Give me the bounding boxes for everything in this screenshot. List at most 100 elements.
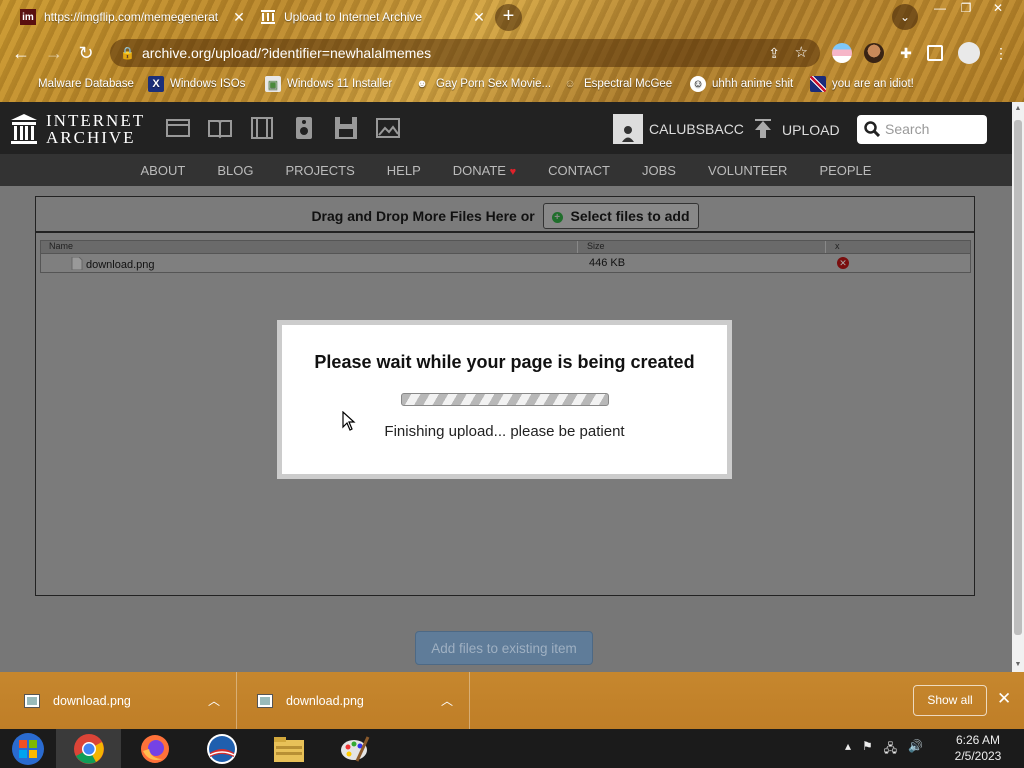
browser-toolbar: ← → ↻ 🔒 archive.org/upload/?identifier=n… bbox=[0, 36, 1024, 70]
clock-time: 6:26 AM bbox=[955, 733, 1001, 747]
scroll-up-icon[interactable]: ▲ bbox=[1012, 102, 1024, 116]
profile-icon[interactable] bbox=[958, 42, 980, 64]
close-window-button[interactable]: ✕ bbox=[984, 0, 1012, 18]
show-hidden-icons-icon[interactable]: ▴ bbox=[845, 739, 851, 760]
bookmark-label: uhhh anime shit bbox=[712, 78, 794, 90]
extension-avatar-icon[interactable] bbox=[864, 43, 884, 63]
remove-file-icon[interactable]: ✕ bbox=[837, 257, 849, 269]
bookmark-windows-11-installer[interactable]: ▣ Windows 11 Installer bbox=[265, 76, 392, 92]
search-input[interactable]: Search bbox=[857, 115, 987, 144]
new-tab-button[interactable]: + bbox=[495, 4, 522, 31]
tab-title: Upload to Internet Archive bbox=[284, 10, 423, 24]
taskbar-firefox[interactable] bbox=[122, 729, 187, 768]
download-item[interactable]: download.png ︿ bbox=[237, 672, 470, 729]
side-panel-icon[interactable] bbox=[927, 45, 943, 61]
nav-volunteer[interactable]: VOLUNTEER bbox=[692, 163, 803, 178]
audio-speaker-icon[interactable] bbox=[291, 116, 317, 140]
bookmark-malware-database[interactable]: Malware Database bbox=[14, 76, 134, 92]
share-icon[interactable]: ⇪ bbox=[768, 39, 780, 67]
paint-palette-icon bbox=[340, 735, 369, 762]
nav-contact[interactable]: CONTACT bbox=[532, 163, 626, 178]
taskbar-file-explorer[interactable] bbox=[256, 729, 321, 768]
download-item[interactable]: download.png ︿ bbox=[4, 672, 237, 729]
reload-button[interactable]: ↻ bbox=[73, 41, 99, 65]
heart-icon: ♥ bbox=[509, 165, 517, 178]
web-icon[interactable] bbox=[165, 116, 191, 140]
taskbar-obama-app[interactable] bbox=[189, 729, 254, 768]
lock-icon: 🔒 bbox=[120, 46, 135, 60]
video-film-icon[interactable] bbox=[249, 116, 275, 140]
circle-logo-icon bbox=[206, 733, 237, 764]
show-all-button[interactable]: Show all bbox=[913, 685, 987, 716]
firefox-icon bbox=[140, 734, 169, 763]
volume-icon[interactable]: 🔊 bbox=[908, 739, 923, 760]
nav-blog[interactable]: BLOG bbox=[201, 163, 269, 178]
bookmark-anime[interactable]: ☺ uhhh anime shit bbox=[690, 76, 793, 92]
add-files-to-existing-item-button[interactable]: Add files to existing item bbox=[415, 631, 593, 665]
tab-imgflip[interactable]: im https://imgflip.com/memegenerat ✕ bbox=[8, 0, 248, 34]
images-icon[interactable] bbox=[375, 116, 401, 140]
drop-zone[interactable]: Drag and Drop More Files Here or + Selec… bbox=[36, 203, 974, 229]
temple-logo-icon bbox=[11, 114, 37, 144]
chevron-up-icon[interactable]: ︿ bbox=[208, 692, 220, 709]
file-table: Name Size x download.png 446 KB ✕ bbox=[40, 240, 971, 273]
anime-face-icon: ☺ bbox=[690, 76, 706, 92]
logo-line-2: ARCHIVE bbox=[46, 128, 136, 147]
restore-button[interactable]: ❐ bbox=[952, 0, 980, 18]
bookmark-windows-isos[interactable]: X Windows ISOs bbox=[148, 76, 245, 92]
download-filename: download.png bbox=[286, 693, 364, 708]
scroll-thumb[interactable] bbox=[1014, 120, 1022, 635]
software-disk-icon[interactable] bbox=[333, 116, 359, 140]
taskbar-paint[interactable] bbox=[322, 729, 387, 768]
close-downloads-icon[interactable]: ✕ bbox=[997, 689, 1011, 709]
action-center-flag-icon[interactable]: ⚑ bbox=[862, 739, 873, 760]
nav-people[interactable]: PEOPLE bbox=[803, 163, 887, 178]
scroll-down-icon[interactable]: ▼ bbox=[1012, 658, 1024, 672]
file-name-cell: download.png bbox=[71, 256, 155, 271]
bookmark-label: Windows 11 Installer bbox=[287, 78, 393, 90]
nav-about[interactable]: ABOUT bbox=[125, 163, 202, 178]
table-row: download.png 446 KB ✕ bbox=[41, 253, 970, 272]
chevron-up-icon[interactable]: ︿ bbox=[441, 692, 453, 709]
bookmark-espectral-mcgee[interactable]: ☺ Espectral McGee bbox=[562, 76, 672, 92]
minimize-button[interactable]: — bbox=[926, 0, 954, 18]
extension-flag-icon[interactable] bbox=[832, 43, 852, 63]
progress-dialog: Please wait while your page is being cre… bbox=[277, 320, 732, 479]
upload-link[interactable]: UPLOAD bbox=[752, 119, 840, 141]
nav-projects[interactable]: PROJECTS bbox=[269, 163, 370, 178]
tab-internet-archive[interactable]: Upload to Internet Archive ✕ bbox=[252, 0, 488, 34]
close-tab-icon[interactable]: ✕ bbox=[470, 9, 488, 26]
folder-icon bbox=[273, 736, 304, 762]
avatar-icon bbox=[613, 114, 643, 144]
texts-book-icon[interactable] bbox=[207, 116, 233, 140]
uk-flag-icon bbox=[810, 76, 826, 92]
drop-text: Drag and Drop More Files Here or bbox=[311, 208, 535, 224]
close-tab-icon[interactable]: ✕ bbox=[230, 9, 248, 26]
column-divider bbox=[825, 241, 826, 253]
user-menu[interactable]: CALUBSBACC bbox=[613, 114, 744, 144]
taskbar-chrome[interactable] bbox=[56, 729, 121, 768]
page-scrollbar[interactable]: ▲ ▼ bbox=[1012, 102, 1024, 672]
bookmark-you-are-an-idiot[interactable]: you are an idiot! bbox=[810, 76, 914, 92]
menu-kebab-icon[interactable]: ⋮ bbox=[994, 43, 1008, 63]
bookmark-label: Gay Porn Sex Movie... bbox=[436, 78, 552, 90]
start-button[interactable] bbox=[0, 729, 56, 768]
ia-logo[interactable]: INTERNET ARCHIVE bbox=[10, 112, 145, 146]
nav-donate[interactable]: DONATE ♥ bbox=[437, 163, 532, 178]
address-bar[interactable]: 🔒 archive.org/upload/?identifier=newhala… bbox=[110, 39, 820, 67]
tab-search-button[interactable]: ⌄ bbox=[892, 4, 918, 30]
select-files-button[interactable]: + Select files to add bbox=[542, 203, 699, 229]
nav-help[interactable]: HELP bbox=[371, 163, 437, 178]
column-divider bbox=[577, 241, 578, 253]
bookmark-movie[interactable]: ☻ Gay Porn Sex Movie... bbox=[414, 76, 551, 92]
network-icon[interactable]: 🖧 bbox=[884, 739, 897, 760]
back-button[interactable]: ← bbox=[8, 41, 34, 65]
forward-button[interactable]: → bbox=[41, 41, 67, 65]
bookmark-star-icon[interactable]: ☆ bbox=[795, 39, 808, 67]
nav-jobs[interactable]: JOBS bbox=[626, 163, 692, 178]
archive-icon bbox=[260, 9, 276, 25]
windows-orb-icon bbox=[12, 732, 44, 765]
taskbar-clock[interactable]: 6:26 AM 2/5/2023 bbox=[946, 732, 1010, 764]
extensions-puzzle-icon[interactable]: ✚ bbox=[896, 43, 916, 63]
file-icon bbox=[71, 256, 83, 271]
